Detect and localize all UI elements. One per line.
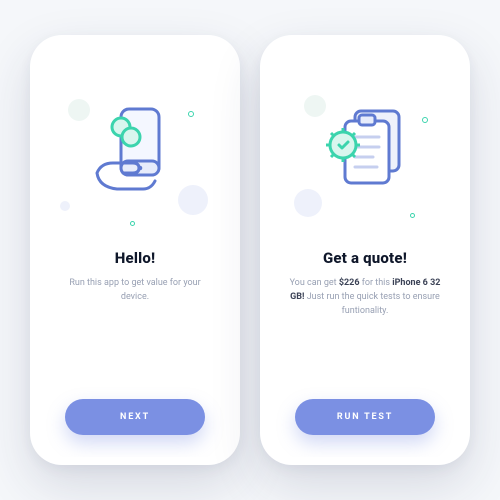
screen-title: Get a quote! — [323, 249, 407, 267]
subtitle-text: Just run the quick tests to ensure funti… — [304, 292, 439, 316]
clipboard-gear-icon — [315, 101, 415, 201]
run-test-button-label: RUN TEST — [337, 412, 393, 422]
phone-mockup-1: Hello! Run this app to get value for you… — [30, 35, 240, 465]
deco-dot — [188, 111, 194, 117]
phone-mockup-2: Get a quote! You can get $226 for this i… — [260, 35, 470, 465]
subtitle-text: You can get — [290, 278, 339, 288]
phone-coins-hand-icon — [85, 103, 185, 203]
screen-subtitle: You can get $226 for this iPhone 6 32 GB… — [286, 277, 444, 319]
quote-illustration — [290, 93, 440, 223]
deco-dot — [130, 221, 135, 226]
run-test-button[interactable]: RUN TEST — [295, 399, 435, 435]
next-button[interactable]: NEXT — [65, 399, 205, 435]
subtitle-price: $226 — [339, 278, 360, 288]
screen-hello: Hello! Run this app to get value for you… — [38, 43, 232, 457]
subtitle-text: for this — [359, 278, 392, 288]
screen-subtitle: Run this app to get value for your devic… — [56, 277, 214, 305]
screen-title: Hello! — [115, 249, 156, 267]
hello-illustration — [60, 93, 210, 223]
screen-quote: Get a quote! You can get $226 for this i… — [268, 43, 462, 457]
next-button-label: NEXT — [120, 412, 150, 422]
deco-dot — [410, 213, 415, 218]
deco-dot — [60, 201, 70, 211]
deco-dot — [422, 117, 428, 123]
